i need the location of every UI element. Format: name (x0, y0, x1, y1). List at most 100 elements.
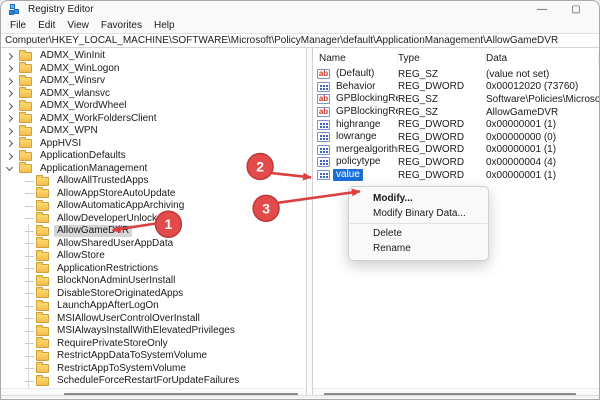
cell-type: REG_DWORD (398, 170, 486, 181)
chevron-right-icon[interactable] (6, 78, 13, 85)
value-row-GPBlockingReg[interactable]: abGPBlockingReg...REG_SZAllowGameDVR (313, 106, 599, 119)
tree-item-ApplicationDefaults[interactable]: ApplicationDefaults (1, 150, 306, 163)
tree-item-AllowAppStoreAutoUpdate[interactable]: AllowAppStoreAutoUpdate (1, 188, 306, 201)
tree-item-AllowDeveloperUnlock[interactable]: AllowDeveloperUnlock (1, 213, 306, 226)
tree-item-label: ApplicationManagement (37, 163, 150, 175)
tree-item-AllowSharedUserAppData[interactable]: AllowSharedUserAppData (1, 238, 306, 251)
tree-item-label: ADMX_WorkFoldersClient (37, 113, 160, 125)
value-row-Default[interactable]: ab(Default)REG_SZ(value not set) (313, 68, 599, 81)
tree-item-LaunchAppAfterLogOn[interactable]: LaunchAppAfterLogOn (1, 300, 306, 313)
tree-item-ADMX_WordWheel[interactable]: ADMX_WordWheel (1, 100, 306, 113)
value-row-Behavior[interactable]: BehaviorREG_DWORD0x00012020 (73760) (313, 81, 599, 94)
cell-data: Software\Policies\Microsoft\Win (486, 94, 599, 105)
value-row-mergealgorithm[interactable]: mergealgorithmREG_DWORD0x00000001 (1) (313, 144, 599, 157)
value-row-GPBlockingReg[interactable]: abGPBlockingReg...REG_SZSoftware\Policie… (313, 93, 599, 106)
tree-item-ApplicationRestrictions[interactable]: ApplicationRestrictions (1, 263, 306, 276)
tree-branch-line (25, 368, 34, 369)
chevron-right-icon[interactable] (6, 153, 13, 160)
chevron-right-icon[interactable] (6, 90, 13, 97)
tree-item-AllowAutomaticAppArchiving[interactable]: AllowAutomaticAppArchiving (1, 200, 306, 213)
value-row-lowrange[interactable]: lowrangeREG_DWORD0x00000000 (0) (313, 131, 599, 144)
tree-item-ADMX_WorkFoldersClient[interactable]: ADMX_WorkFoldersClient (1, 113, 306, 126)
registry-editor-window: Registry Editor — ▢ FileEditViewFavorite… (0, 0, 600, 400)
tree-item-ADMX_WPN[interactable]: ADMX_WPN (1, 125, 306, 138)
folder-icon (19, 102, 32, 111)
menu-bar: FileEditViewFavoritesHelp (1, 18, 599, 33)
tree-item-RequirePrivateStoreOnly[interactable]: RequirePrivateStoreOnly (1, 338, 306, 351)
reg-sz-icon: ab (317, 69, 330, 79)
tree-item-AppHVSI[interactable]: AppHVSI (1, 138, 306, 151)
chevron-right-icon[interactable] (6, 140, 13, 147)
tree-item-RestrictAppDataToSystemVolume[interactable]: RestrictAppDataToSystemVolume (1, 350, 306, 363)
tree-branch-line (25, 218, 34, 219)
cell-type: REG_DWORD (398, 119, 486, 130)
tree-item-label: AllowAutomaticAppArchiving (54, 200, 187, 212)
chevron-right-icon[interactable] (6, 128, 13, 135)
tree-item-ADMX_WinInit[interactable]: ADMX_WinInit (1, 50, 306, 63)
menu-view[interactable]: View (61, 18, 95, 33)
tree-item-BlockNonAdminUserInstall[interactable]: BlockNonAdminUserInstall (1, 275, 306, 288)
value-name-label: mergealgorithm (333, 144, 398, 156)
value-row-policytype[interactable]: policytypeREG_DWORD0x00000004 (4) (313, 156, 599, 169)
tree-item-label: AllowDeveloperUnlock (54, 213, 160, 225)
folder-icon (19, 139, 32, 148)
minimize-button[interactable]: — (525, 1, 559, 18)
tree-item-label: ADMX_WPN (37, 125, 101, 137)
column-header-name[interactable]: Name (313, 52, 398, 66)
cell-data: 0x00000001 (1) (486, 144, 599, 155)
folder-icon (36, 314, 49, 323)
chevron-right-icon[interactable] (6, 103, 13, 110)
tree-item-label: ApplicationDefaults (37, 150, 129, 162)
cell-data: 0x00000001 (1) (486, 119, 599, 130)
value-row-highrange[interactable]: highrangeREG_DWORD0x00000001 (1) (313, 118, 599, 131)
tree-item-label: AllowStore (54, 250, 108, 262)
tree-item-AllowAllTrustedApps[interactable]: AllowAllTrustedApps (1, 175, 306, 188)
tree-item-ScheduleForceRestartForUpdateFailures[interactable]: ScheduleForceRestartForUpdateFailures (1, 375, 306, 388)
tree-item-RestrictAppToSystemVolume[interactable]: RestrictAppToSystemVolume (1, 363, 306, 376)
reg-dword-icon (317, 145, 330, 155)
list-header: NameTypeData (313, 52, 599, 66)
menu-favorites[interactable]: Favorites (95, 18, 148, 33)
tree-item-ADMX_Winsrv[interactable]: ADMX_Winsrv (1, 75, 306, 88)
tree-item-MSIAlwaysInstallWithElevatedPrivileges[interactable]: MSIAlwaysInstallWithElevatedPrivileges (1, 325, 306, 338)
tree-item-AllowGameDVR[interactable]: AllowGameDVR (1, 225, 306, 238)
menu-help[interactable]: Help (148, 18, 181, 33)
value-name-label: GPBlockingReg... (333, 106, 398, 118)
cell-type: REG_SZ (398, 94, 486, 105)
tree-branch-line (25, 206, 34, 207)
folder-icon (36, 339, 49, 348)
context-menu-item-delete[interactable]: Delete (349, 226, 488, 241)
folder-icon (36, 189, 49, 198)
folder-icon (36, 264, 49, 273)
menu-file[interactable]: File (4, 18, 32, 33)
folder-icon (36, 302, 49, 311)
tree-item-DisableStoreOriginatedApps[interactable]: DisableStoreOriginatedApps (1, 288, 306, 301)
maximize-button[interactable]: ▢ (559, 1, 593, 18)
value-row-value[interactable]: valueREG_DWORD0x00000001 (1) (313, 169, 599, 182)
tree-item-label: RestrictAppToSystemVolume (54, 363, 189, 375)
reg-dword-icon (317, 132, 330, 142)
context-menu-item-modifybinarydata[interactable]: Modify Binary Data... (349, 206, 488, 221)
tree-item-AllowStore[interactable]: AllowStore (1, 250, 306, 263)
cell-name: value (313, 169, 398, 181)
title-bar: Registry Editor — ▢ (1, 1, 599, 18)
context-menu-item-rename[interactable]: Rename (349, 241, 488, 256)
chevron-right-icon[interactable] (6, 53, 13, 60)
menu-edit[interactable]: Edit (32, 18, 61, 33)
value-name-label: value (333, 169, 363, 181)
column-header-data[interactable]: Data (486, 52, 599, 66)
pane-splitter[interactable] (306, 48, 313, 398)
chevron-right-icon[interactable] (6, 65, 13, 72)
folder-icon (19, 114, 32, 123)
tree-item-MSIAllowUserControlOverInstall[interactable]: MSIAllowUserControlOverInstall (1, 313, 306, 326)
tree-branch-line (25, 318, 34, 319)
context-menu-item-modify[interactable]: Modify... (349, 191, 488, 206)
column-header-type[interactable]: Type (398, 52, 486, 66)
reg-sz-icon: ab (317, 107, 330, 117)
address-bar-input[interactable]: Computer\HKEY_LOCAL_MACHINE\SOFTWARE\Mic… (1, 33, 599, 48)
chevron-right-icon[interactable] (6, 115, 13, 122)
tree-item-ADMX_WinLogon[interactable]: ADMX_WinLogon (1, 63, 306, 76)
tree-item-ApplicationManagement[interactable]: ApplicationManagement (1, 163, 306, 176)
tree-item-ADMX_wlansvc[interactable]: ADMX_wlansvc (1, 88, 306, 101)
chevron-down-icon[interactable] (6, 164, 13, 171)
